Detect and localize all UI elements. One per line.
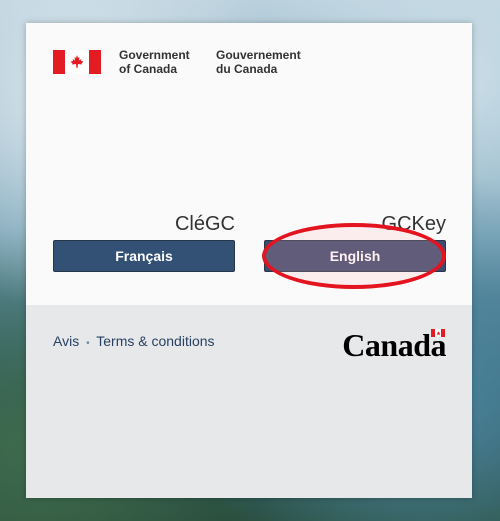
panel-top-section: Government of Canada Gouvernement du Can… [26, 23, 472, 305]
link-separator: • [86, 338, 90, 349]
francais-button[interactable]: Français [53, 240, 235, 272]
gov-fr-line2: du Canada [216, 62, 278, 76]
gouvernement-du-canada-text: Gouvernement du Canada [216, 48, 301, 76]
language-selection-panel: Government of Canada Gouvernement du Can… [26, 23, 472, 498]
canada-flag-icon [53, 50, 101, 74]
gov-fr-line1: Gouvernement [216, 48, 301, 62]
gov-en-line2: of Canada [119, 62, 178, 76]
gov-en-line1: Government [119, 48, 190, 62]
product-name-french: CléGC [174, 213, 235, 235]
english-button[interactable]: English [264, 240, 446, 272]
footer-links: Avis • Terms & conditions [53, 333, 215, 349]
canada-wordmark-flag-icon [431, 329, 445, 337]
avis-link[interactable]: Avis [53, 333, 79, 349]
product-name-english: GCKey [381, 213, 446, 235]
terms-conditions-link[interactable]: Terms & conditions [96, 333, 214, 349]
government-of-canada-text: Government of Canada [119, 48, 190, 76]
